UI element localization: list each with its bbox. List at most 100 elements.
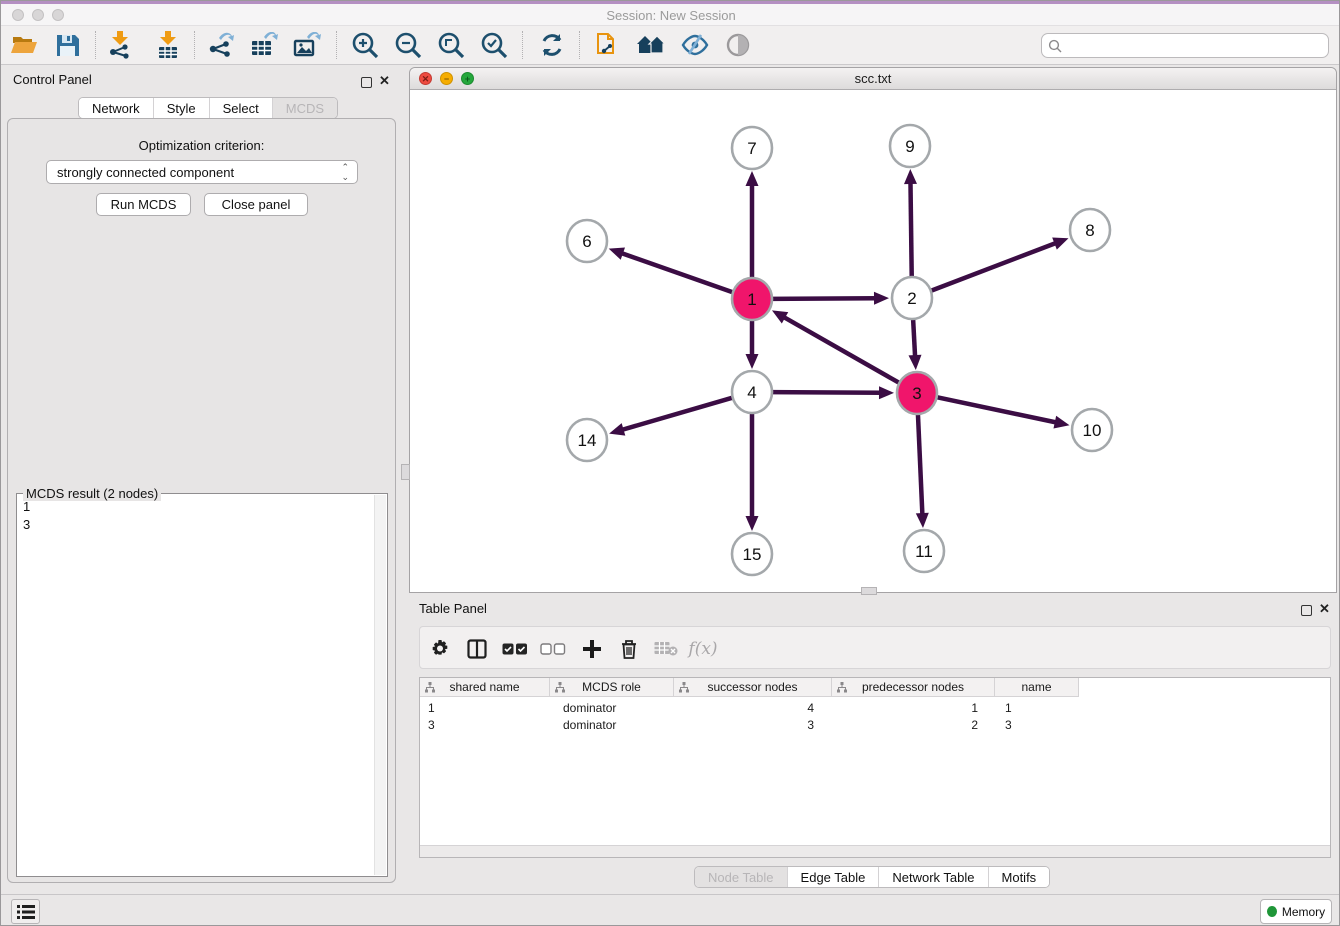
export-network-icon[interactable]	[206, 29, 236, 61]
create-column-plus-icon[interactable]	[577, 634, 607, 664]
table-row[interactable]: 3 dominator 3 2 3	[420, 716, 1330, 733]
optimization-criterion-label: Optimization criterion:	[8, 138, 395, 153]
memory-button[interactable]: Memory	[1260, 899, 1332, 924]
column-header-successor-nodes[interactable]: successor nodes	[674, 678, 832, 697]
node-table-header: shared name MCDS role successor nodes pr…	[420, 678, 1079, 697]
graph-node-label-14: 14	[578, 431, 597, 450]
mcds-result-text: 1 3	[23, 498, 30, 534]
clone-network-icon[interactable]	[593, 29, 623, 61]
close-panel-button[interactable]: Close panel	[204, 193, 308, 216]
graph-edge-arrowhead	[1052, 237, 1068, 249]
toolbar-separator	[336, 31, 337, 59]
tab-style[interactable]: Style	[154, 98, 210, 118]
hide-selected-icon[interactable]	[680, 29, 710, 61]
delete-table-icon[interactable]	[651, 634, 681, 664]
open-session-icon[interactable]	[9, 29, 39, 61]
graph-edge-3-11[interactable]	[918, 412, 923, 516]
tab-network-table[interactable]: Network Table	[879, 867, 988, 887]
table-toolbar: f(x)	[419, 626, 1331, 669]
control-panel-close-icon[interactable]: ✕	[379, 75, 390, 86]
import-table-icon[interactable]	[153, 29, 183, 61]
zoom-out-icon[interactable]	[393, 29, 423, 61]
task-history-button[interactable]	[11, 899, 40, 924]
graph-edge-2-3[interactable]	[913, 317, 915, 358]
toolbar-separator	[194, 31, 195, 59]
import-network-icon[interactable]	[105, 29, 135, 61]
search-icon	[1048, 39, 1062, 53]
column-type-icon	[555, 682, 565, 693]
table-panel-title: Table Panel	[419, 601, 487, 616]
graph-edge-arrowhead	[609, 247, 625, 259]
graph-edge-arrowhead	[916, 513, 929, 528]
graph-node-label-15: 15	[743, 545, 762, 564]
unselect-all-columns-icon[interactable]	[538, 634, 568, 664]
table-panel-close-icon[interactable]: ✕	[1319, 603, 1330, 614]
tab-node-table[interactable]: Node Table	[695, 867, 788, 887]
split-panel-icon[interactable]	[462, 634, 492, 664]
application-window: Session: New Session	[0, 0, 1340, 926]
titlebar[interactable]: Session: New Session	[1, 4, 1340, 26]
control-panel-float-icon[interactable]	[361, 75, 372, 93]
search-field[interactable]	[1041, 33, 1329, 58]
column-header-mcds-role[interactable]: MCDS role	[550, 678, 674, 697]
export-image-icon[interactable]	[292, 29, 322, 61]
graph-edge-1-2[interactable]	[771, 298, 877, 299]
graph-node-label-1: 1	[747, 290, 756, 309]
tab-select[interactable]: Select	[210, 98, 273, 118]
graph-edge-4-14[interactable]	[621, 397, 734, 430]
list-icon	[17, 905, 35, 919]
tab-network[interactable]: Network	[79, 98, 154, 118]
horizontal-splitter-grip[interactable]	[861, 587, 877, 595]
mcds-result-group: MCDS result (2 nodes) 1 3	[16, 493, 388, 877]
graph-edge-arrowhead	[874, 292, 889, 305]
table-panel-tabs: Node Table Edge Table Network Table Moti…	[694, 866, 1050, 888]
table-panel-float-icon[interactable]	[1301, 603, 1312, 621]
tab-edge-table[interactable]: Edge Table	[788, 867, 880, 887]
graph-edge-4-3[interactable]	[771, 392, 882, 393]
save-session-icon[interactable]	[52, 29, 82, 61]
select-all-columns-icon[interactable]	[500, 634, 530, 664]
zoom-in-icon[interactable]	[350, 29, 380, 61]
criterion-dropdown[interactable]: strongly connected component ⌃⌄	[46, 160, 358, 184]
zoom-selected-icon[interactable]	[479, 29, 509, 61]
graph-edge-3-10[interactable]	[936, 397, 1058, 423]
tab-mcds[interactable]: MCDS	[273, 98, 337, 118]
table-horizontal-scrollbar[interactable]	[420, 845, 1330, 857]
export-table-icon[interactable]	[249, 29, 279, 61]
window-title: Session: New Session	[1, 8, 1340, 23]
toolbar-separator	[95, 31, 96, 59]
column-header-name[interactable]: name	[995, 678, 1079, 697]
vertical-splitter-grip[interactable]	[401, 464, 410, 480]
network-window-titlebar[interactable]: ✕ − + scc.txt	[410, 68, 1336, 90]
toolbar-separator	[522, 31, 523, 59]
graph-node-label-10: 10	[1083, 421, 1102, 440]
column-type-icon	[679, 682, 689, 693]
delete-columns-trash-icon[interactable]	[614, 634, 644, 664]
network-canvas[interactable]: 7968124314101511	[410, 90, 1336, 592]
graph-edge-3-1[interactable]	[782, 316, 900, 383]
show-hidden-icon[interactable]	[723, 29, 753, 61]
table-settings-gear-icon[interactable]	[425, 634, 455, 664]
graph-edge-arrowhead	[746, 516, 759, 531]
run-mcds-button[interactable]: Run MCDS	[96, 193, 191, 216]
graph-edge-2-8[interactable]	[930, 242, 1058, 291]
zoom-fit-icon[interactable]	[436, 29, 466, 61]
column-header-predecessor-nodes[interactable]: predecessor nodes	[832, 678, 995, 697]
apply-layout-icon[interactable]	[537, 29, 567, 61]
node-table: shared name MCDS role successor nodes pr…	[419, 677, 1331, 858]
tab-motifs[interactable]: Motifs	[989, 867, 1050, 887]
search-input[interactable]	[1062, 38, 1328, 53]
graph-node-label-6: 6	[582, 232, 591, 251]
table-row[interactable]: 1 dominator 4 1 1	[420, 699, 1330, 716]
graph-edge-1-6[interactable]	[620, 253, 734, 293]
graph-edge-2-9[interactable]	[910, 181, 911, 279]
mcds-panel: Optimization criterion: strongly connect…	[7, 118, 396, 883]
mcds-result-scrollbar[interactable]	[374, 495, 386, 875]
network-view-window: ✕ − + scc.txt 7968124314101511	[409, 67, 1337, 593]
graph-edge-arrowhead	[879, 386, 894, 399]
show-all-home-icon[interactable]	[636, 29, 666, 61]
column-header-shared-name[interactable]: shared name	[420, 678, 550, 697]
function-builder-icon[interactable]: f(x)	[688, 634, 718, 664]
graph-node-label-11: 11	[915, 542, 933, 561]
graph-node-label-9: 9	[905, 137, 914, 156]
